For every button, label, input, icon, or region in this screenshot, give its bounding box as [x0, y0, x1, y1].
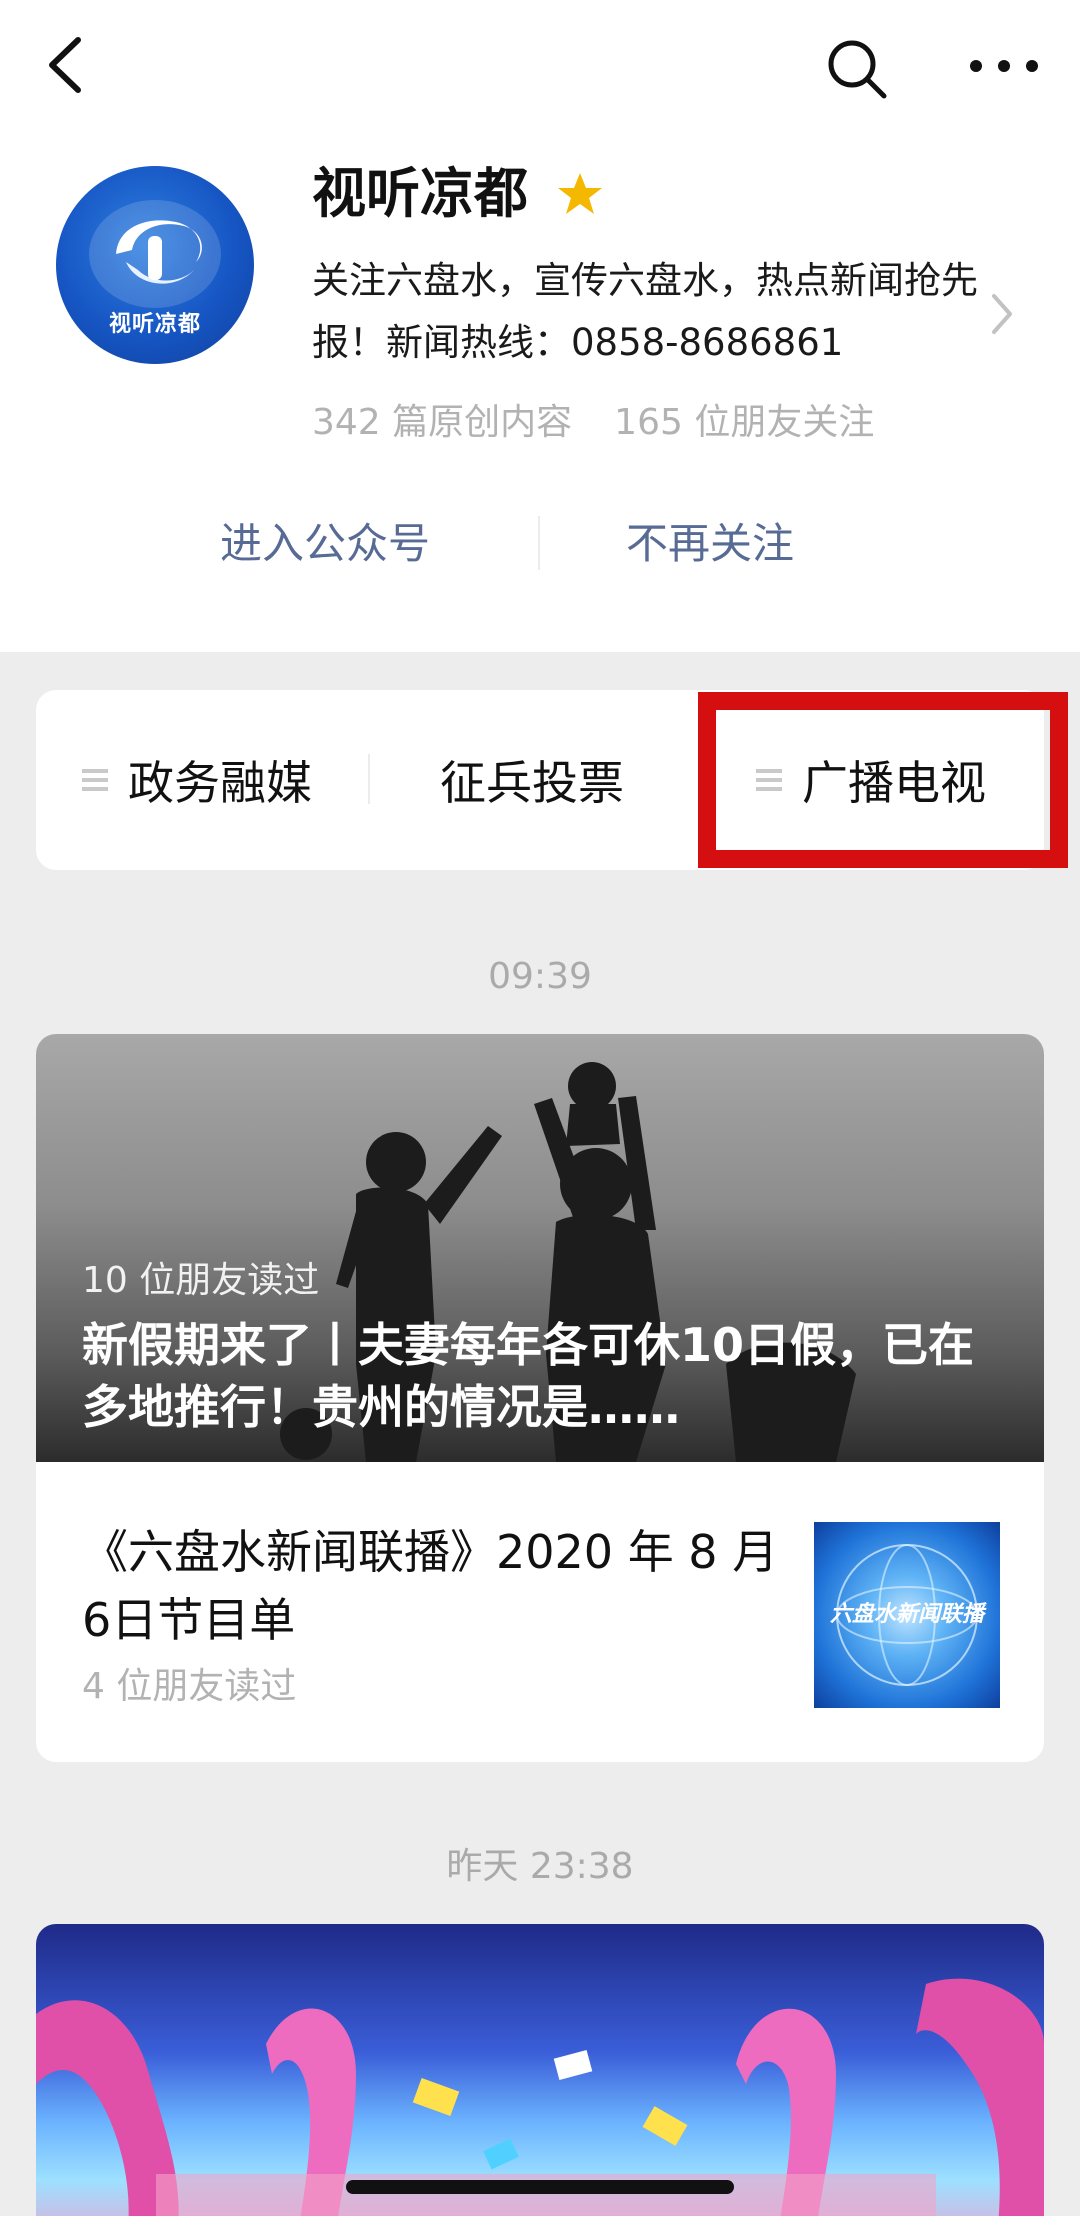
menu-item-label: 征兵投票 [440, 756, 624, 810]
action-divider [538, 516, 540, 570]
search-icon[interactable] [822, 34, 892, 104]
enter-account-button[interactable]: 进入公众号 [220, 514, 430, 574]
star-icon [558, 173, 602, 214]
avatar[interactable]: 视听凉都 [56, 166, 254, 364]
timestamp: 09:39 [488, 956, 592, 997]
menu-item-recruitment-vote[interactable]: 征兵投票 [440, 690, 624, 870]
back-arrow-icon[interactable] [36, 30, 96, 100]
home-indicator[interactable] [346, 2180, 734, 2194]
account-header: 视听凉都 视听凉都 关注六盘水，宣传六盘水，热点新闻抢先报！新闻热线：0858-… [0, 0, 1080, 652]
chevron-right-icon[interactable] [990, 292, 1014, 336]
article-title[interactable]: 新假期来了丨夫妻每年各可休10日假，已在多地推行！贵州的情况是…… [82, 1314, 1012, 1438]
menu-item-government-media[interactable]: 政务融媒 [82, 690, 312, 870]
sub-article-title[interactable]: 《六盘水新闻联播》2020 年 8 月6日节目单 [82, 1518, 782, 1654]
sub-article[interactable]: 《六盘水新闻联播》2020 年 8 月6日节目单 4 位朋友读过 六盘水新闻联播 [36, 1462, 1044, 1762]
account-name: 视听凉都 [312, 162, 528, 225]
avatar-label: 视听凉都 [108, 312, 201, 337]
article-readers: 10 位朋友读过 [82, 1260, 320, 1301]
original-count: 342 篇原创内容 [312, 402, 573, 443]
article-cover[interactable]: 10 位朋友读过 新假期来了丨夫妻每年各可休10日假，已在多地推行！贵州的情况是… [36, 1034, 1044, 1462]
sub-article-readers: 4 位朋友读过 [82, 1666, 297, 1707]
more-icon[interactable] [964, 34, 1044, 98]
followers-count: 165 位朋友关注 [614, 402, 875, 443]
thumbnail-label: 六盘水新闻联播 [829, 1602, 984, 1627]
menu-divider [368, 754, 370, 804]
article-card: 10 位朋友读过 新假期来了丨夫妻每年各可休10日假，已在多地推行！贵州的情况是… [36, 1034, 1044, 1762]
highlight-box [698, 692, 1068, 868]
article-card-cover[interactable] [36, 1924, 1044, 2216]
unfollow-button[interactable]: 不再关注 [626, 514, 794, 574]
menu-item-label: 政务融媒 [128, 756, 312, 810]
timestamp: 昨天 23:38 [446, 1846, 634, 1887]
account-stats: 342 篇原创内容 165 位朋友关注 [312, 398, 916, 448]
account-description[interactable]: 关注六盘水，宣传六盘水，热点新闻抢先报！新闻热线：0858-8686861 [312, 250, 992, 374]
list-icon [82, 769, 108, 791]
sub-article-thumbnail[interactable]: 六盘水新闻联播 [814, 1522, 1000, 1708]
stage-cover-image [36, 1978, 1044, 2216]
